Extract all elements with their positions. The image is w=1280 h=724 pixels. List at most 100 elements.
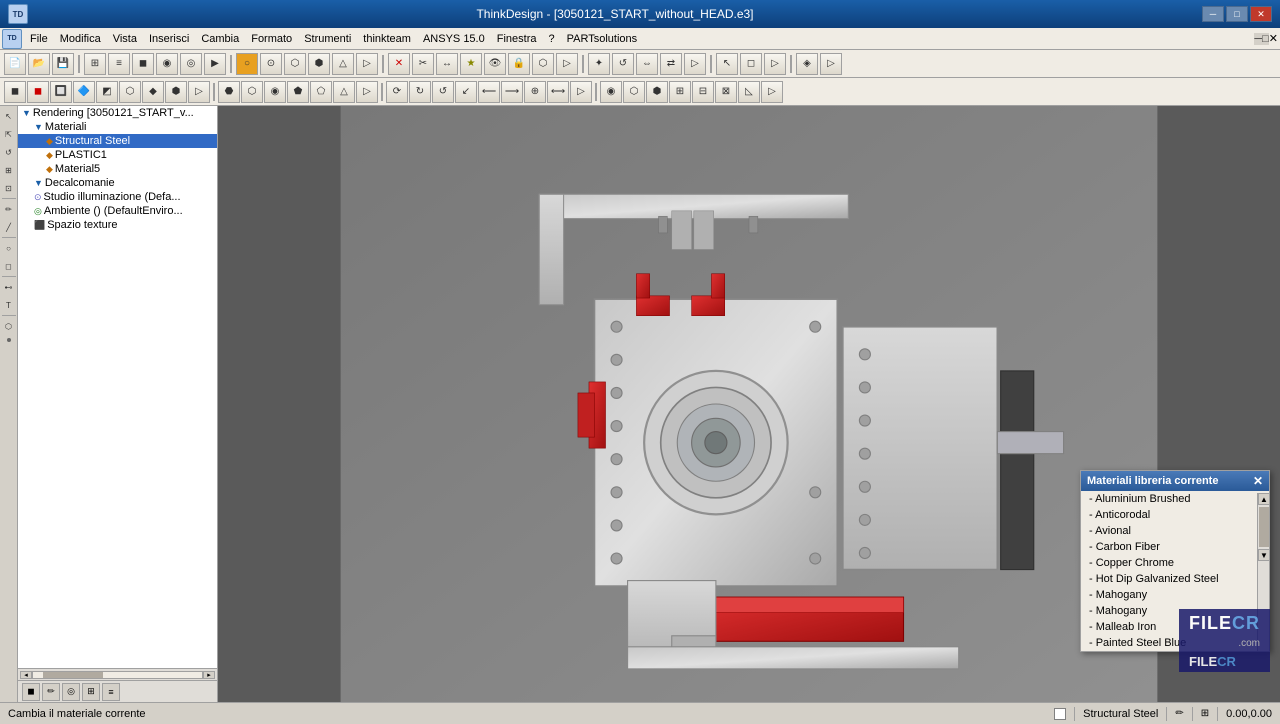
tb2-25[interactable]: ▷	[570, 81, 592, 103]
tb2-13[interactable]: ⬟	[287, 81, 309, 103]
tb-render2[interactable]: ◎	[180, 53, 202, 75]
tb-lock[interactable]: 🔒	[508, 53, 530, 75]
menu-inserisci[interactable]: Inserisci	[143, 31, 195, 47]
tb2-30[interactable]: ⊟	[692, 81, 714, 103]
tool-arrow[interactable]: ⇱	[1, 126, 17, 142]
tb-flip[interactable]: ↔	[436, 53, 458, 75]
tb2-17[interactable]: ⟳	[386, 81, 408, 103]
tb-red-x[interactable]: ✕	[388, 53, 410, 75]
tree-btn-3[interactable]: ◎	[62, 683, 80, 701]
tree-scroll-left[interactable]: ◂	[20, 671, 32, 679]
dropdown-list-item[interactable]: - Aluminium Brushed	[1081, 491, 1269, 507]
menu-cambia[interactable]: Cambia	[195, 31, 245, 47]
tree-btn-1[interactable]: ◼	[22, 683, 40, 701]
tb2-2[interactable]: ◼	[27, 81, 49, 103]
tb-scissors[interactable]: ✂	[412, 53, 434, 75]
tb-pointer[interactable]: ↖	[716, 53, 738, 75]
menu-partsolutions[interactable]: PARTsolutions	[561, 31, 644, 47]
tree-btn-4[interactable]: ⊞	[82, 683, 100, 701]
tool-line[interactable]: ╱	[1, 219, 17, 235]
tb2-23[interactable]: ⊕	[524, 81, 546, 103]
menu-vista[interactable]: Vista	[107, 31, 143, 47]
tb-grid[interactable]: ⊞	[84, 53, 106, 75]
tree-item[interactable]: ▼ Materiali	[18, 120, 217, 134]
tb-eye[interactable]: 👁	[484, 53, 506, 75]
tool-rotate2[interactable]: ↺	[1, 144, 17, 160]
dropdown-scroll-thumb[interactable]	[1259, 507, 1269, 547]
tb2-4[interactable]: 🔷	[73, 81, 95, 103]
tb-mirror[interactable]: ⇄	[660, 53, 682, 75]
tb-scale[interactable]: ⇔	[636, 53, 658, 75]
tb2-32[interactable]: ◺	[738, 81, 760, 103]
tool-text[interactable]: T	[1, 297, 17, 313]
tb2-20[interactable]: ↙	[455, 81, 477, 103]
tb-new[interactable]: 📄	[4, 53, 26, 75]
tree-item[interactable]: ▼ Rendering [3050121_START_v...	[18, 106, 217, 120]
tb-drop[interactable]: ⬡	[532, 53, 554, 75]
tb-box[interactable]: ⬡	[284, 53, 306, 75]
tb2-10[interactable]: ⬣	[218, 81, 240, 103]
tb2-24[interactable]: ⟷	[547, 81, 569, 103]
tb2-11[interactable]: ⬡	[241, 81, 263, 103]
tb-save[interactable]: 💾	[52, 53, 74, 75]
tool-rect[interactable]: ◻	[1, 258, 17, 274]
dropdown-list-item[interactable]: - Carbon Fiber	[1081, 539, 1269, 555]
tb-arr5[interactable]: ▷	[820, 53, 842, 75]
tb2-1[interactable]: ◼	[4, 81, 26, 103]
tree-scrollbar[interactable]: ◂ ▸	[18, 668, 217, 680]
tb2-6[interactable]: ⬡	[119, 81, 141, 103]
tb-render3[interactable]: ◈	[796, 53, 818, 75]
window-menu-close[interactable]: ✕	[1269, 32, 1278, 45]
tb2-22[interactable]: ⟶	[501, 81, 523, 103]
tb2-5[interactable]: ◩	[96, 81, 118, 103]
tree-item[interactable]: ◆ Material5	[18, 162, 217, 176]
tool-circle[interactable]: ○	[1, 240, 17, 256]
tree-scroll-right[interactable]: ▸	[203, 671, 215, 679]
tb-shading[interactable]: ◼	[132, 53, 154, 75]
tb-circle-tool[interactable]: ○	[236, 53, 258, 75]
tb2-14[interactable]: ⬠	[310, 81, 332, 103]
tb-cylinder[interactable]: ⬢	[308, 53, 330, 75]
tb-star[interactable]: ★	[460, 53, 482, 75]
menu-formato[interactable]: Formato	[245, 31, 298, 47]
tree-item[interactable]: ⊙ Studio illuminazione (Defa...	[18, 190, 217, 204]
tb2-7[interactable]: ◆	[142, 81, 164, 103]
tb-lines[interactable]: ≡	[108, 53, 130, 75]
tb-move[interactable]: ✦	[588, 53, 610, 75]
tb-open[interactable]: 📂	[28, 53, 50, 75]
tb2-8[interactable]: ⬢	[165, 81, 187, 103]
tree-item[interactable]: ◆ PLASTIC1	[18, 148, 217, 162]
menu-finestra[interactable]: Finestra	[491, 31, 543, 47]
minimize-button[interactable]: ─	[1202, 6, 1224, 22]
tb2-31[interactable]: ⊠	[715, 81, 737, 103]
menu-modifica[interactable]: Modifica	[54, 31, 107, 47]
tool-zoom[interactable]: ⊡	[1, 180, 17, 196]
dropdown-list-item[interactable]: - Hot Dip Galvanized Steel	[1081, 571, 1269, 587]
dropdown-list-item[interactable]: - Avional	[1081, 523, 1269, 539]
menu-thinkteam[interactable]: thinkteam	[357, 31, 417, 47]
tool-pen[interactable]: ✏	[1, 201, 17, 217]
tb2-19[interactable]: ↺	[432, 81, 454, 103]
tool-select[interactable]: ↖	[1, 108, 17, 124]
tb-arr4[interactable]: ▷	[764, 53, 786, 75]
menu-file[interactable]: File	[24, 31, 54, 47]
tb-sphere[interactable]: ⊙	[260, 53, 282, 75]
tb2-15[interactable]: △	[333, 81, 355, 103]
tb-arrow[interactable]: ▶	[204, 53, 226, 75]
window-menu-restore[interactable]: □	[1262, 33, 1269, 45]
dropdown-close-icon[interactable]: ✕	[1253, 474, 1263, 488]
tb-rotate[interactable]: ↺	[612, 53, 634, 75]
tree-btn-2[interactable]: ✏	[42, 683, 60, 701]
tool-measure[interactable]: ⊷	[1, 279, 17, 295]
viewport-3d[interactable]: Materiali libreria corrente ✕ - Aluminiu…	[218, 106, 1280, 702]
tree-item[interactable]: ▼ Decalcomanie	[18, 176, 217, 190]
maximize-button[interactable]: □	[1226, 6, 1248, 22]
tb2-16[interactable]: ▷	[356, 81, 378, 103]
dropdown-scroll-down[interactable]: ▼	[1258, 549, 1270, 561]
dropdown-list-item[interactable]: - Anticorodal	[1081, 507, 1269, 523]
dropdown-list-item[interactable]: - Mahogany	[1081, 587, 1269, 603]
tb-arrow2[interactable]: ▷	[556, 53, 578, 75]
dropdown-list-item[interactable]: - Copper Chrome	[1081, 555, 1269, 571]
tree-item[interactable]: ◆ Structural Steel	[18, 134, 217, 148]
close-button[interactable]: ✕	[1250, 6, 1272, 22]
